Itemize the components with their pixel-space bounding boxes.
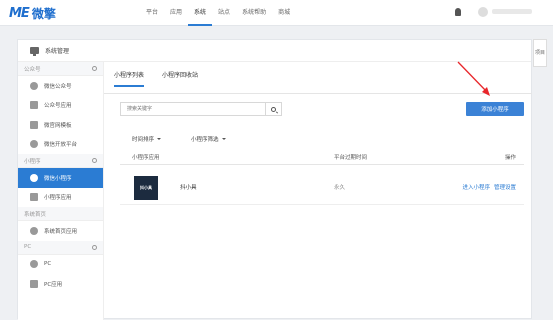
annotation-arrow bbox=[457, 61, 490, 96]
arrow-line bbox=[457, 61, 489, 94]
